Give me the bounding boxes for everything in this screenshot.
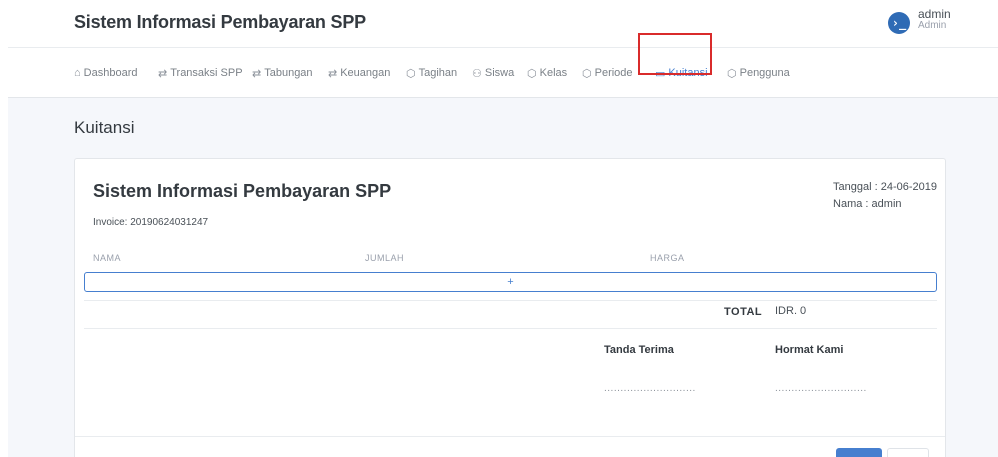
kuitansi-highlight-box [638,33,712,75]
nav-item-label: Keuangan [340,67,391,79]
nav-item-siswa[interactable]: ⚇ Siswa [472,48,514,98]
back-button[interactable] [887,448,929,457]
avatar[interactable]: ›_ [888,12,910,34]
nav-item-label: Kelas [539,67,568,79]
signature-received-label: Tanda Terima [604,344,674,356]
user-info: admin Admin [918,8,951,32]
user-name: admin [918,7,951,21]
card-footer-divider [75,436,945,437]
nav-item-transaksi-spp[interactable]: ⇄ Transaksi SPP [158,48,243,98]
box-icon: ⬡ [527,67,537,80]
home-icon: ⌂ [74,67,81,79]
user-role: Admin [918,20,947,31]
box-icon: ⬡ [582,67,592,80]
users-icon: ⚇ [472,67,482,80]
divider [84,328,937,329]
add-item-button[interactable]: + [84,272,937,292]
nav-item-label: Transaksi SPP [170,67,243,79]
top-header: Sistem Informasi Pembayaran SPP ›_ admin… [8,0,998,48]
invoice-meta: Tanggal : 24-06-2019 Nama : admin [833,179,937,213]
nav-item-keuangan[interactable]: ⇄ Keuangan [328,48,390,98]
nav-item-label: Pengguna [739,67,790,79]
nav-item-tabungan[interactable]: ⇄ Tabungan [252,48,313,98]
main-nav: ⌂ Dashboard ⇄ Transaksi SPP ⇄ Tabungan ⇄… [8,48,998,98]
left-edge [0,0,8,457]
invoice-date: Tanggal : 24-06-2019 [833,181,937,193]
nav-item-tagihan[interactable]: ⬡ Tagihan [406,48,457,98]
divider [84,300,937,301]
nav-item-pengguna[interactable]: ⬡ Pengguna [727,48,790,98]
total-value: IDR. 0 [775,305,807,317]
signature-regards-label: Hormat Kami [775,344,844,356]
invoice-card: Sistem Informasi Pembayaran SPP Invoice:… [74,158,946,457]
signature-regards-line: ............................ [775,383,867,394]
nav-item-kelas[interactable]: ⬡ Kelas [527,48,567,98]
invoice-number: Invoice: 20190624031247 [93,217,209,228]
box-icon: ⬡ [727,67,737,80]
repeat-icon: ⇄ [158,67,168,80]
box-icon: ⬡ [406,67,416,80]
column-header-jumlah: JUMLAH [365,253,405,263]
column-header-nama: NAMA [93,253,122,263]
nav-item-label: Tagihan [418,67,458,79]
nav-item-label: Periode [594,67,633,79]
repeat-icon: ⇄ [252,67,262,80]
page-title: Kuitansi [74,118,135,137]
signature-received-line: ............................ [604,383,696,394]
nav-item-label: Tabungan [264,67,313,79]
total-label: TOTAL [724,306,763,318]
user-menu[interactable]: ›_ admin Admin [888,6,951,34]
app-title: Sistem Informasi Pembayaran SPP [74,12,366,32]
invoice-title: Sistem Informasi Pembayaran SPP [93,181,392,201]
nav-item-periode[interactable]: ⬡ Periode [582,48,633,98]
nav-item-label: Dashboard [83,67,138,79]
column-header-harga: HARGA [650,253,685,263]
repeat-icon: ⇄ [328,67,338,80]
invoice-customer: Nama : admin [833,198,902,210]
nav-item-label: Siswa [484,67,515,79]
nav-item-dashboard[interactable]: ⌂ Dashboard [74,48,137,98]
print-button[interactable] [836,448,882,457]
